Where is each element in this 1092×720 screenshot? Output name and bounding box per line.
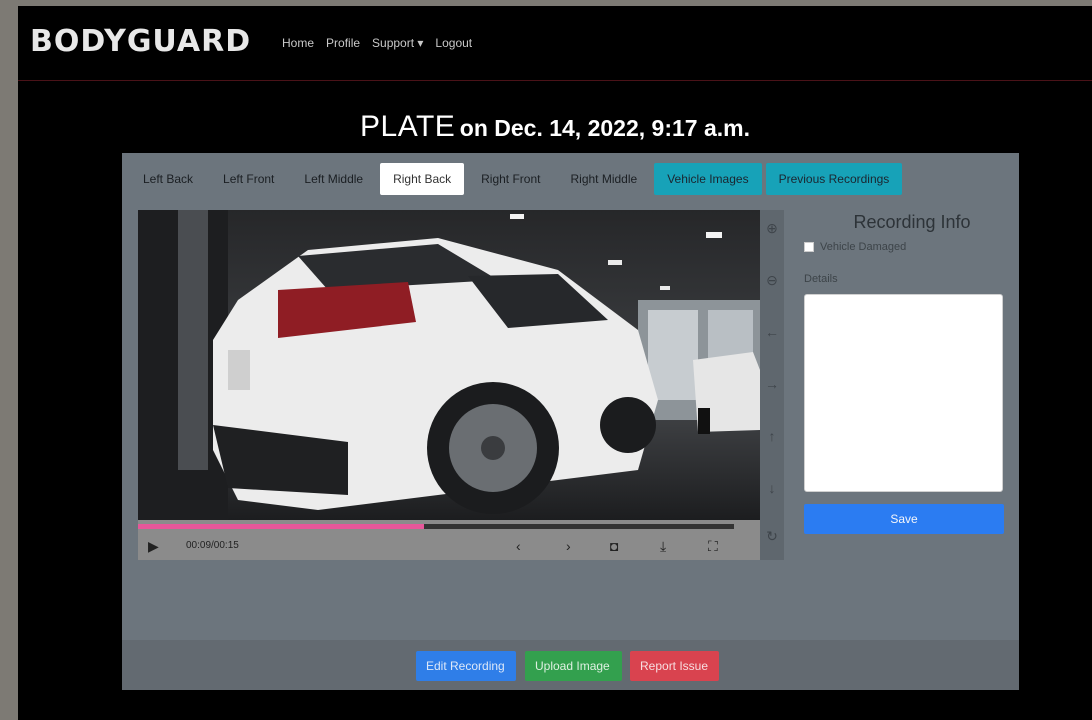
- nav-logout-link[interactable]: Logout: [435, 36, 472, 50]
- details-textarea[interactable]: [804, 294, 1003, 492]
- arrow-down-icon[interactable]: ↓: [760, 480, 784, 496]
- camera-icon[interactable]: ◘: [610, 538, 618, 554]
- vehicle-damaged-checkbox[interactable]: [804, 242, 814, 252]
- arrow-left-icon[interactable]: ←: [760, 324, 784, 340]
- rotate-icon[interactable]: ↻: [760, 528, 784, 545]
- upload-image-button[interactable]: Upload Image: [525, 651, 622, 681]
- edit-recording-button[interactable]: Edit Recording: [416, 651, 516, 681]
- tab-left-front[interactable]: Left Front: [210, 163, 287, 195]
- zoom-out-icon[interactable]: ⊖: [760, 272, 784, 289]
- recording-info-title: Recording Info: [853, 212, 971, 232]
- recording-date: on Dec. 14, 2022, 9:17 a.m.: [459, 115, 750, 141]
- tab-right-front[interactable]: Right Front: [468, 163, 553, 195]
- vehicle-damaged-row: Vehicle Damaged: [804, 241, 906, 253]
- nav-support-dropdown[interactable]: Support ▾: [372, 36, 423, 50]
- progress-bar[interactable]: [138, 524, 734, 529]
- tab-right-middle[interactable]: Right Middle: [557, 163, 650, 195]
- brand-logo[interactable]: BODYGUARD: [30, 24, 251, 59]
- nav-links: Home Profile Support ▾ Logout: [282, 36, 472, 50]
- progress-fill: [138, 524, 425, 529]
- download-icon[interactable]: ⤓: [660, 538, 666, 555]
- fullscreen-icon[interactable]: ⛶: [708, 538, 718, 555]
- details-label: Details: [804, 273, 838, 285]
- next-frame-icon[interactable]: ›: [566, 538, 571, 554]
- image-tools: ⊕ ⊖ ← → ↑ ↓ ↻: [760, 210, 784, 560]
- camera-tabs: Left Back Left Front Left Middle Right B…: [130, 163, 906, 195]
- page-title: PLATE on Dec. 14, 2022, 9:17 a.m.: [18, 110, 1092, 144]
- video-player[interactable]: ▶ 00:09/00:15 ‹ › ◘ ⤓ ⛶: [138, 210, 760, 560]
- play-icon[interactable]: ▶: [148, 538, 159, 555]
- recording-panel: Left Back Left Front Left Middle Right B…: [122, 153, 1019, 690]
- video-frame: [138, 210, 760, 520]
- player-controls: ▶ 00:09/00:15 ‹ › ◘ ⤓ ⛶: [138, 520, 760, 560]
- arrow-up-icon[interactable]: ↑: [760, 428, 784, 444]
- tab-vehicle-images[interactable]: Vehicle Images: [654, 163, 762, 195]
- monitor-screen: BODYGUARD Home Profile Support ▾ Logout …: [18, 6, 1092, 720]
- playback-time: 00:09/00:15: [186, 540, 239, 551]
- arrow-right-icon[interactable]: →: [760, 376, 784, 392]
- zoom-in-icon[interactable]: ⊕: [760, 220, 784, 237]
- save-button[interactable]: Save: [804, 504, 1004, 534]
- prev-frame-icon[interactable]: ‹: [516, 538, 521, 554]
- plate-label: PLATE: [360, 110, 456, 143]
- tab-left-middle[interactable]: Left Middle: [291, 163, 376, 195]
- nav-profile-link[interactable]: Profile: [326, 36, 360, 50]
- tab-left-back[interactable]: Left Back: [130, 163, 206, 195]
- nav-home-link[interactable]: Home: [282, 36, 314, 50]
- tab-previous-recordings[interactable]: Previous Recordings: [765, 163, 903, 195]
- report-issue-button[interactable]: Report Issue: [630, 651, 719, 681]
- vehicle-damaged-label: Vehicle Damaged: [820, 241, 907, 253]
- top-navbar: BODYGUARD Home Profile Support ▾ Logout: [18, 6, 1092, 81]
- tab-right-back[interactable]: Right Back: [380, 163, 465, 195]
